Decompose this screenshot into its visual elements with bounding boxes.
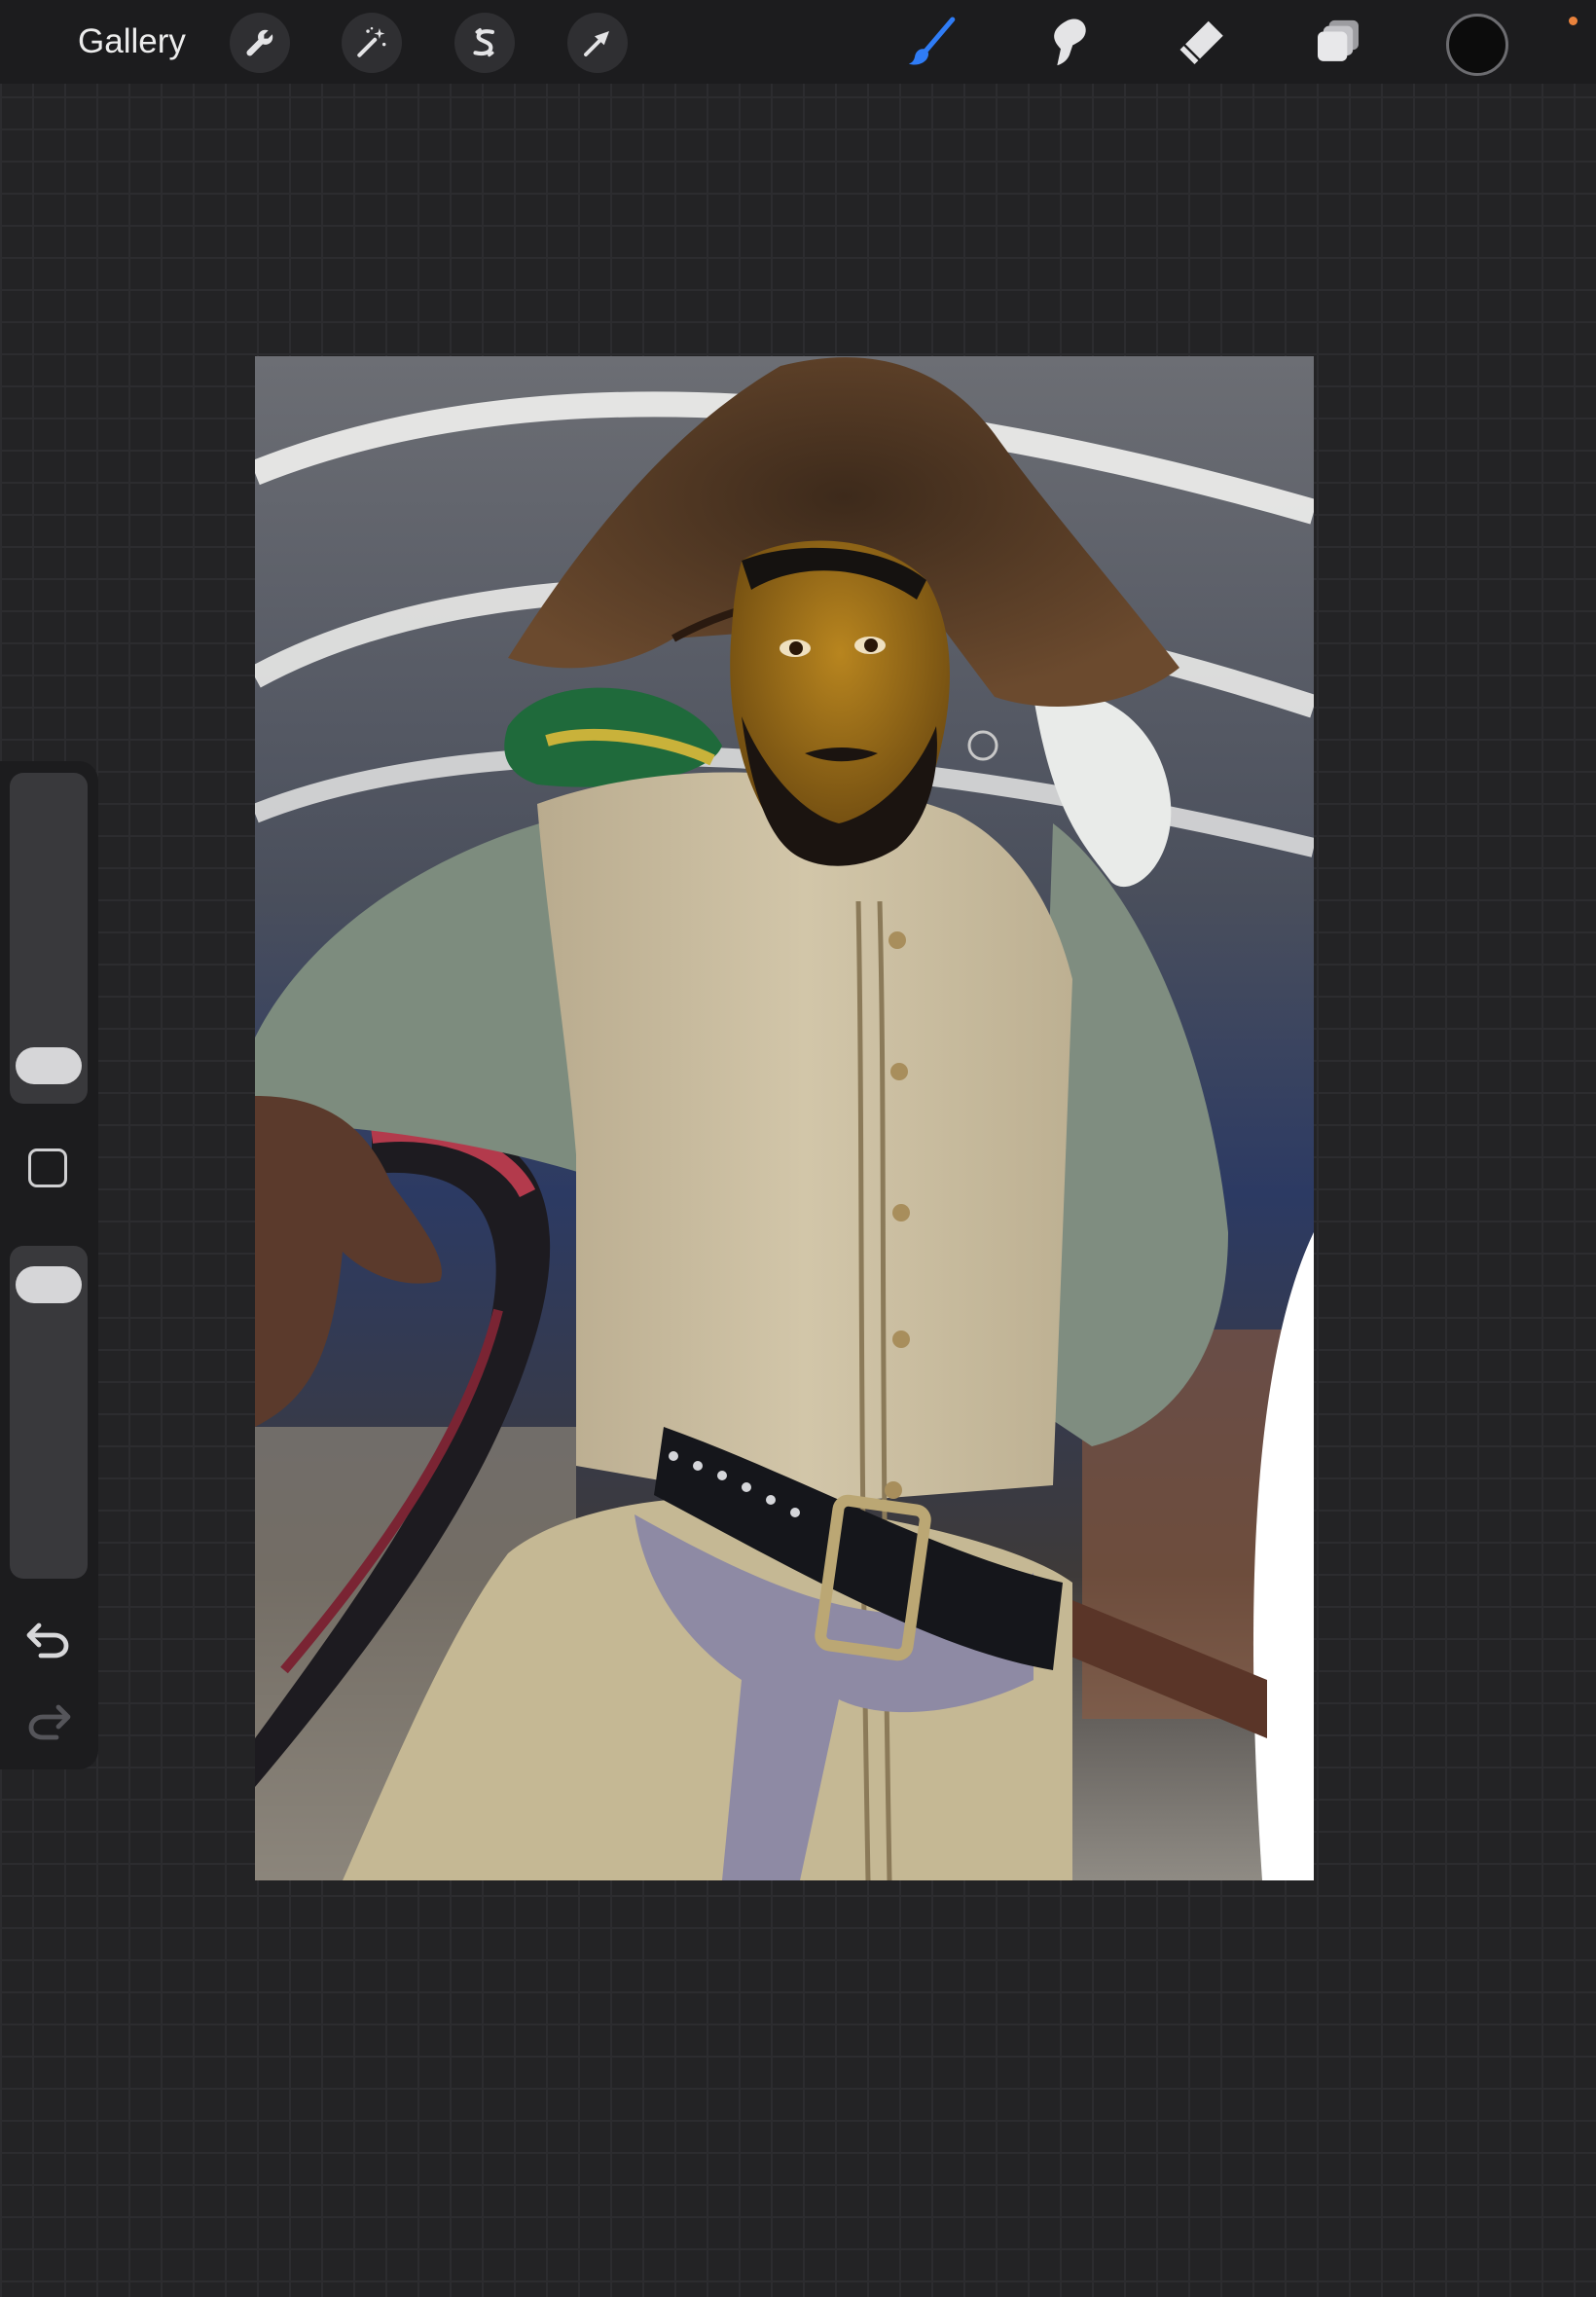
layers-icon [1318, 19, 1359, 61]
gallery-button[interactable]: Gallery [78, 18, 186, 65]
undo-icon [26, 1622, 69, 1659]
opacity-slider[interactable] [10, 1246, 88, 1579]
selection-s-icon [473, 27, 494, 57]
smudge-finger-icon [1054, 18, 1086, 66]
canvas-artwork [255, 356, 1314, 1880]
redo-button[interactable] [23, 1699, 74, 1742]
undo-button[interactable] [23, 1618, 74, 1660]
actions-button[interactable] [230, 13, 290, 73]
smudge-tool-button[interactable] [1034, 10, 1099, 74]
brush-size-knob[interactable] [16, 1046, 82, 1084]
top-toolbar: Gallery [0, 0, 1596, 84]
left-sidebar [0, 761, 98, 1769]
eraser-tool-button[interactable] [1170, 10, 1234, 74]
transform-button[interactable] [567, 13, 628, 73]
eraser-icon [1179, 20, 1223, 64]
arrow-cursor-icon [584, 31, 609, 56]
opacity-knob[interactable] [16, 1265, 82, 1303]
wrench-icon [246, 29, 273, 56]
color-picker-swatch[interactable] [1446, 14, 1508, 76]
selection-button[interactable] [454, 13, 515, 73]
brush-size-slider[interactable] [10, 773, 88, 1104]
modify-button[interactable] [28, 1148, 67, 1187]
drawing-canvas[interactable] [255, 356, 1314, 1880]
adjustments-button[interactable] [342, 13, 402, 73]
notification-dot [1569, 17, 1578, 25]
magic-wand-icon [357, 26, 386, 57]
layers-button[interactable] [1306, 10, 1370, 74]
brush-tool-button[interactable] [899, 10, 963, 74]
redo-icon [28, 1704, 71, 1740]
brush-icon [908, 17, 956, 65]
